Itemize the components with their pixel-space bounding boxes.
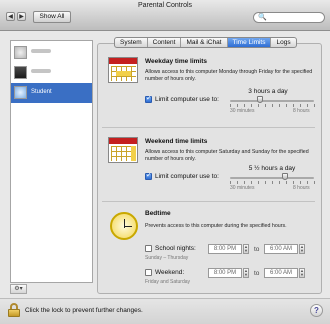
weekday-value-label: 3 hours a day xyxy=(248,88,288,95)
school-nights-checkbox[interactable] xyxy=(145,245,152,252)
search-input[interactable]: 🔍 xyxy=(253,12,325,23)
tab-bar: System Content Mail & iChat Time Limits … xyxy=(114,37,297,48)
weekday-hours-slider[interactable] xyxy=(230,100,314,102)
school-nights-days: Sunday – Thursday xyxy=(145,255,189,261)
weekend-min-label: 30 minutes xyxy=(230,185,255,191)
user-list[interactable]: Student xyxy=(10,40,93,283)
weekday-description: Allows access to this computer Monday th… xyxy=(145,69,313,82)
tab-time-limits[interactable]: Time Limits xyxy=(227,38,272,47)
user-item-student[interactable]: Student xyxy=(11,83,92,103)
window-title: Parental Controls xyxy=(137,2,193,9)
gear-menu-button[interactable]: ⚙▾ xyxy=(10,284,27,294)
flower-avatar-icon xyxy=(14,46,27,59)
show-all-button[interactable]: Show All xyxy=(33,11,71,23)
lock-icon[interactable] xyxy=(8,303,20,317)
weekend-title: Weekend time limits xyxy=(145,138,208,145)
back-icon[interactable]: ◀ xyxy=(6,12,15,21)
weekend-bedtime-label: Weekend: xyxy=(155,269,185,276)
help-button[interactable]: ? xyxy=(310,304,323,317)
weekend-to-stepper[interactable]: ▲ ▼ xyxy=(299,268,305,278)
weekend-max-label: 8 hours xyxy=(293,185,310,191)
school-from-time-field[interactable]: 8:00 PM xyxy=(208,244,242,254)
tab-logs[interactable]: Logs xyxy=(271,38,295,47)
weekday-title: Weekday time limits xyxy=(145,58,208,65)
weekend-limit-checkbox[interactable] xyxy=(145,171,152,180)
user-name-redacted xyxy=(31,69,51,75)
weekend-to-label: to xyxy=(254,270,260,277)
weekend-description: Allows access to this computer Saturday … xyxy=(145,149,309,162)
weekend-to-time-field[interactable]: 6:00 AM xyxy=(264,268,298,278)
search-icon: 🔍 xyxy=(258,14,267,21)
parental-controls-window: Parental Controls ◀ ▶ Show All 🔍 Student… xyxy=(0,0,330,324)
weekend-value-label: 5 ½ hours a day xyxy=(248,165,296,172)
user-name-student: Student xyxy=(31,89,52,95)
forward-icon[interactable]: ▶ xyxy=(17,12,26,21)
bedtime-clock-icon xyxy=(110,212,138,240)
tab-system[interactable]: System xyxy=(115,38,148,47)
title-bar: Parental Controls ◀ ▶ Show All 🔍 xyxy=(0,0,330,31)
section-divider xyxy=(102,127,315,128)
school-to-label: to xyxy=(254,246,260,253)
weekday-max-label: 8 hours xyxy=(293,108,310,114)
school-from-stepper[interactable]: ▲ ▼ xyxy=(243,244,249,254)
weekday-limit-checkbox[interactable] xyxy=(145,94,152,103)
weekday-limit-label: Limit computer use to: xyxy=(155,96,219,103)
school-to-time-field[interactable]: 6:00 AM xyxy=(264,244,298,254)
weekend-bedtime-checkbox[interactable] xyxy=(145,269,152,276)
user-item-2[interactable] xyxy=(11,63,92,83)
school-nights-label: School nights: xyxy=(155,245,196,252)
user-item-1[interactable] xyxy=(11,43,92,63)
weekend-from-stepper[interactable]: ▲ ▼ xyxy=(243,268,249,278)
snowflake-avatar-icon xyxy=(14,86,27,99)
weekday-min-label: 30 minutes xyxy=(230,108,255,114)
weekend-slider-ticks xyxy=(230,181,315,184)
photo-avatar-icon xyxy=(14,66,27,79)
weekend-from-time-field[interactable]: 8:00 PM xyxy=(208,268,242,278)
tab-content[interactable]: Content xyxy=(148,38,182,47)
tab-mail-ichat[interactable]: Mail & iChat xyxy=(181,38,228,47)
weekday-calendar-icon xyxy=(108,57,138,83)
school-to-stepper[interactable]: ▲ ▼ xyxy=(299,244,305,254)
weekend-calendar-icon xyxy=(108,137,138,163)
section-divider xyxy=(102,201,315,202)
lock-message: Click the lock to prevent further change… xyxy=(25,307,143,314)
weekend-hours-slider[interactable] xyxy=(230,177,314,179)
user-name-redacted xyxy=(31,49,51,55)
weekend-limit-label: Limit computer use to: xyxy=(155,173,219,180)
bedtime-title: Bedtime xyxy=(145,210,171,217)
weekend-bedtime-days: Friday and Saturday xyxy=(145,279,191,285)
bedtime-description: Prevents access to this computer during … xyxy=(145,223,287,229)
weekday-slider-ticks xyxy=(230,104,315,107)
